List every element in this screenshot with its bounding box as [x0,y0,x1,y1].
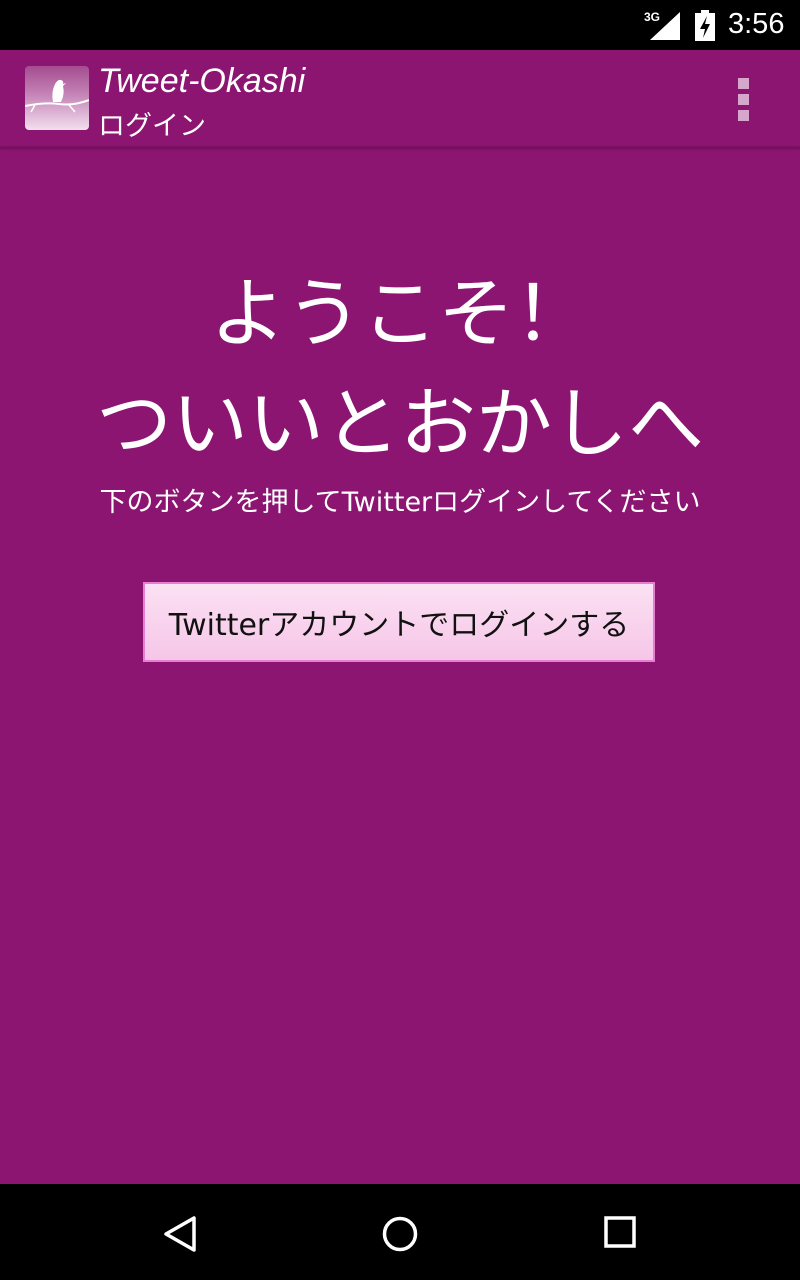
battery-charging-icon [695,10,715,41]
welcome-heading-line-2: ついいとおかしへ [96,379,704,468]
back-icon[interactable] [160,1214,200,1254]
overflow-dot [738,78,749,89]
clock: 3:56 [728,8,785,40]
overflow-menu-icon[interactable] [724,70,764,126]
action-bar: Tweet-Okashi ログイン [0,50,800,148]
home-icon[interactable] [380,1214,420,1254]
signal-icon [650,12,680,40]
navigation-bar [0,1184,800,1280]
twitter-login-button-label: Twitterアカウントでログインする [168,608,630,643]
overflow-dot [738,110,749,121]
status-bar: 3G 3:56 [0,0,800,50]
overflow-dot [738,94,749,105]
twitter-login-button[interactable]: Twitterアカウントでログインする [143,582,655,662]
app-icon[interactable] [25,66,89,130]
welcome-heading-line-1: ようこそ！ [210,269,590,358]
recents-icon[interactable] [602,1214,638,1250]
login-instruction: 下のボタンを押してTwitterログインしてください [99,487,701,518]
app-title: Tweet-Okashi [98,62,306,100]
app-screen: 3G 3:56 Tweet-Okashi ログイン ようこそ！ ついいとおかしへ… [0,0,800,1280]
screen-subtitle: ログイン [98,111,206,142]
